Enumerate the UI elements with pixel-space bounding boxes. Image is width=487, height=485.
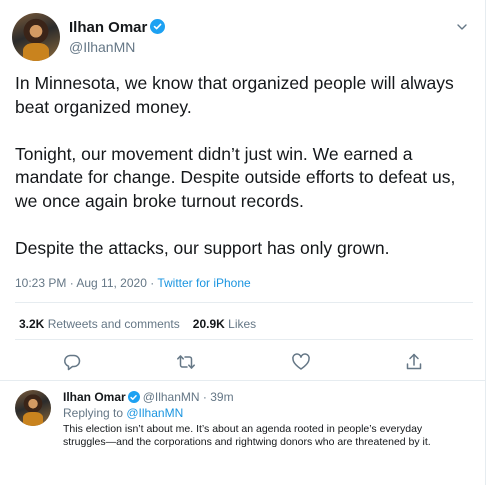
author-handle[interactable]: @IlhanMN <box>69 39 135 55</box>
tweet-stats: 3.2K Retweets and comments 20.9K Likes <box>19 317 256 331</box>
replying-to-link[interactable]: @IlhanMN <box>126 406 183 420</box>
likes-stat[interactable]: 20.9K Likes <box>193 317 256 331</box>
tweet-meta: 10:23 PM · Aug 11, 2020 · Twitter for iP… <box>15 276 251 290</box>
reply-time[interactable]: · 39m <box>200 390 234 404</box>
tweet-paragraph: In Minnesota, we know that organized peo… <box>15 73 454 117</box>
divider <box>0 380 486 381</box>
tweet-paragraph: Tonight, our movement didn’t just win. W… <box>15 143 456 211</box>
source-link[interactable]: Twitter for iPhone <box>157 276 250 290</box>
avatar[interactable] <box>15 390 51 426</box>
reply-header: Ilhan Omar @IlhanMN · 39m <box>63 390 234 404</box>
retweet-icon[interactable] <box>176 352 196 372</box>
reply-text: This election isn’t about me. It’s about… <box>63 423 431 448</box>
divider <box>15 339 473 340</box>
tweet-detail: Ilhan Omar @IlhanMN In Minnesota, we kno… <box>0 0 486 485</box>
divider <box>15 302 473 303</box>
tweet-text: In Minnesota, we know that organized peo… <box>15 72 480 284</box>
reply-icon[interactable] <box>62 352 82 372</box>
author-name[interactable]: Ilhan Omar <box>69 19 166 36</box>
timestamp[interactable]: 10:23 PM · Aug 11, 2020 · <box>15 276 157 290</box>
retweets-stat[interactable]: 3.2K Retweets and comments <box>19 317 180 331</box>
share-icon[interactable] <box>404 352 424 372</box>
verified-badge-icon <box>150 19 166 34</box>
reply-author-handle[interactable]: @IlhanMN <box>143 390 200 404</box>
verified-badge-icon <box>127 391 140 403</box>
reply-author-name[interactable]: Ilhan Omar <box>63 390 126 404</box>
tweet-paragraph: Despite the attacks, our support has onl… <box>15 237 390 258</box>
replying-to: Replying to @IlhanMN <box>63 406 184 420</box>
chevron-down-icon[interactable] <box>455 20 469 34</box>
like-icon[interactable] <box>291 352 311 372</box>
avatar[interactable] <box>12 13 60 61</box>
